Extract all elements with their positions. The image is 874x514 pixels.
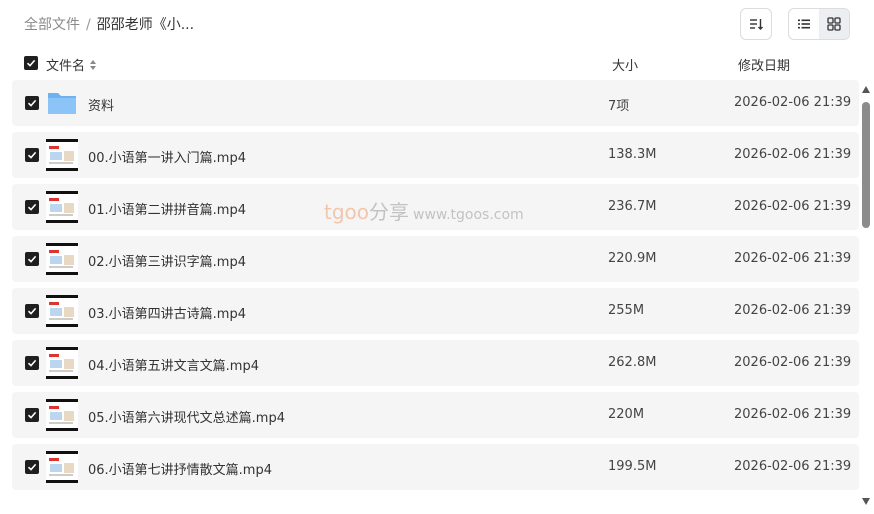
video-thumbnail: [46, 139, 78, 171]
select-all-checkbox[interactable]: [24, 56, 38, 70]
file-size: 255M: [608, 303, 645, 318]
video-thumbnail: [46, 243, 78, 275]
file-row[interactable]: 资料 7项 2026-02-06 21:39: [12, 80, 859, 126]
grid-view-button[interactable]: [819, 9, 849, 39]
checkmark-icon: [27, 255, 37, 263]
scroll-up-arrow-icon[interactable]: [862, 86, 870, 93]
file-row[interactable]: 03.小语第四讲古诗篇.mp4 255M 2026-02-06 21:39: [12, 288, 859, 334]
checkmark-icon: [27, 359, 37, 367]
file-name[interactable]: 00.小语第一讲入门篇.mp4: [88, 147, 246, 166]
column-header-size[interactable]: 大小: [612, 55, 638, 74]
row-checkbox[interactable]: [25, 252, 39, 266]
sort-toggle-icon: [90, 59, 97, 70]
top-bar: 全部文件 / 邵邵老师《小...: [0, 0, 874, 48]
scrollbar[interactable]: [860, 84, 872, 510]
checkmark-icon: [27, 463, 37, 471]
breadcrumb-current: 邵邵老师《小...: [96, 17, 195, 33]
file-date: 2026-02-06 21:39: [734, 303, 852, 318]
file-name[interactable]: 01.小语第二讲拼音篇.mp4: [88, 199, 246, 218]
breadcrumb-separator: /: [86, 17, 91, 33]
video-thumbnail: [46, 451, 78, 483]
file-date: 2026-02-06 21:39: [734, 95, 852, 110]
file-date: 2026-02-06 21:39: [734, 355, 852, 370]
breadcrumb-root-link[interactable]: 全部文件: [24, 17, 80, 33]
file-name[interactable]: 04.小语第五讲文言文篇.mp4: [88, 355, 259, 374]
file-date: 2026-02-06 21:39: [734, 407, 852, 422]
row-checkbox[interactable]: [25, 408, 39, 422]
checkmark-icon: [27, 307, 37, 315]
row-checkbox[interactable]: [25, 460, 39, 474]
file-row[interactable]: 04.小语第五讲文言文篇.mp4 262.8M 2026-02-06 21:39: [12, 340, 859, 386]
file-row[interactable]: 05.小语第六讲现代文总述篇.mp4 220M 2026-02-06 21:39: [12, 392, 859, 438]
video-thumbnail: [46, 399, 78, 431]
file-name[interactable]: 06.小语第七讲抒情散文篇.mp4: [88, 459, 272, 478]
list-view-button[interactable]: [789, 9, 819, 39]
column-header-name[interactable]: 文件名: [46, 55, 97, 74]
row-checkbox[interactable]: [25, 356, 39, 370]
file-name[interactable]: 资料: [88, 95, 114, 114]
sort-button[interactable]: [740, 8, 772, 40]
video-thumbnail: [46, 295, 78, 327]
file-name[interactable]: 05.小语第六讲现代文总述篇.mp4: [88, 407, 285, 426]
grid-view-icon: [827, 17, 841, 31]
file-size: 138.3M: [608, 147, 657, 162]
file-date: 2026-02-06 21:39: [734, 147, 852, 162]
scroll-down-arrow-icon[interactable]: [862, 498, 870, 505]
file-row[interactable]: 00.小语第一讲入门篇.mp4 138.3M 2026-02-06 21:39: [12, 132, 859, 178]
row-checkbox[interactable]: [25, 148, 39, 162]
breadcrumb: 全部文件 / 邵邵老师《小...: [24, 14, 194, 34]
file-size: 220.9M: [608, 251, 657, 266]
sort-icon: [750, 19, 763, 30]
checkmark-icon: [27, 203, 37, 211]
folder-icon: [46, 87, 78, 119]
file-size: 220M: [608, 407, 645, 422]
file-size: 236.7M: [608, 199, 657, 214]
video-thumbnail: [46, 191, 78, 223]
file-row[interactable]: 06.小语第七讲抒情散文篇.mp4 199.5M 2026-02-06 21:39: [12, 444, 859, 490]
file-row[interactable]: 02.小语第三讲识字篇.mp4 220.9M 2026-02-06 21:39: [12, 236, 859, 282]
file-size: 7项: [608, 99, 630, 114]
file-date: 2026-02-06 21:39: [734, 459, 852, 474]
video-thumbnail: [46, 347, 78, 379]
file-size: 199.5M: [608, 459, 657, 474]
row-checkbox[interactable]: [25, 304, 39, 318]
checkmark-icon: [26, 59, 36, 67]
view-toggle: [788, 8, 850, 40]
column-header-name-label: 文件名: [46, 59, 86, 74]
checkmark-icon: [27, 151, 37, 159]
file-list: 资料 7项 2026-02-06 21:39 00.小语第一讲入门篇.mp4 138.3…: [12, 80, 859, 514]
row-checkbox[interactable]: [25, 96, 39, 110]
column-header-date[interactable]: 修改日期: [738, 55, 790, 74]
file-name[interactable]: 02.小语第三讲识字篇.mp4: [88, 251, 246, 270]
list-view-icon: [798, 19, 810, 29]
file-name[interactable]: 03.小语第四讲古诗篇.mp4: [88, 303, 246, 322]
file-date: 2026-02-06 21:39: [734, 251, 852, 266]
file-row[interactable]: 01.小语第二讲拼音篇.mp4 236.7M 2026-02-06 21:39: [12, 184, 859, 230]
checkmark-icon: [27, 99, 37, 107]
file-date: 2026-02-06 21:39: [734, 199, 852, 214]
file-list-header: 文件名 大小 修改日期: [0, 50, 874, 78]
scrollbar-thumb[interactable]: [862, 102, 870, 228]
row-checkbox[interactable]: [25, 200, 39, 214]
checkmark-icon: [27, 411, 37, 419]
file-size: 262.8M: [608, 355, 657, 370]
